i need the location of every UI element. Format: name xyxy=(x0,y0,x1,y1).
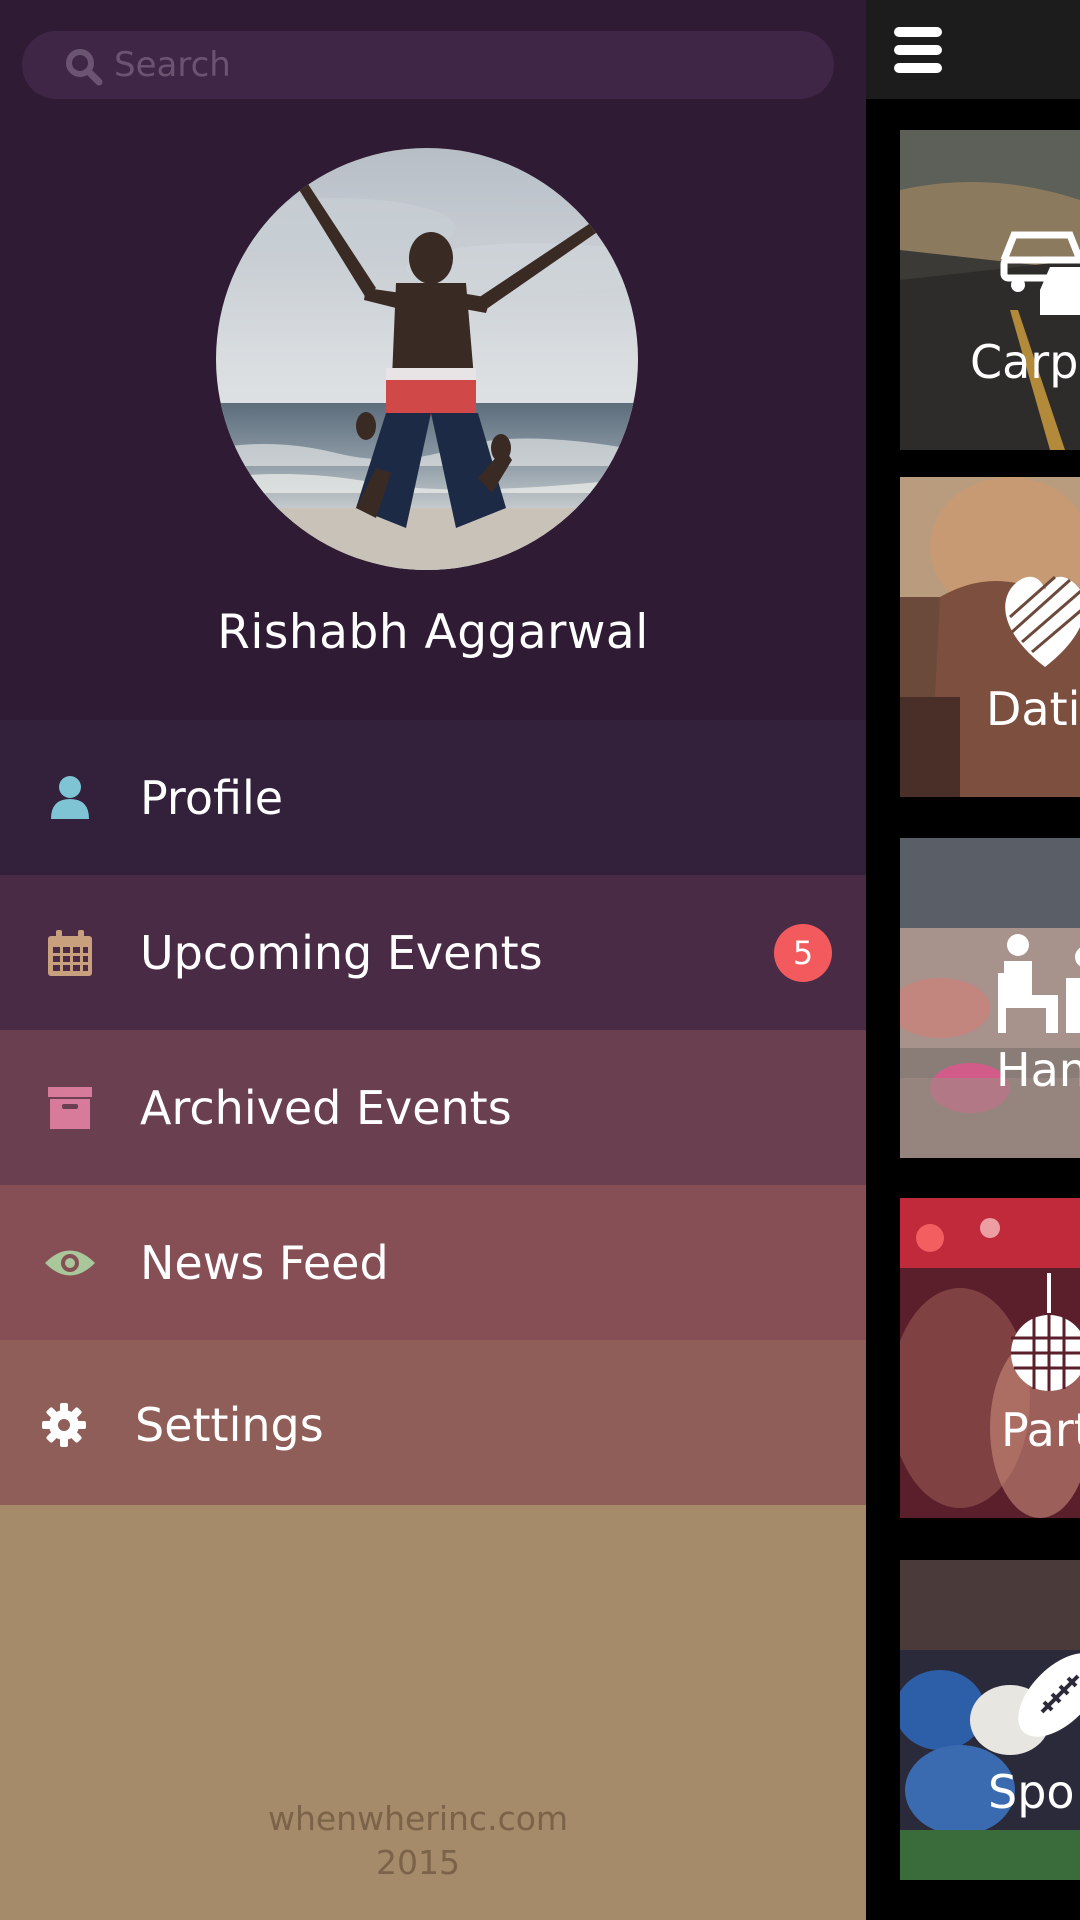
category-card-sports[interactable]: Spo xyxy=(900,1560,1080,1880)
category-label: Spo xyxy=(988,1765,1075,1819)
main-content: Carpo Datir xyxy=(866,0,1080,1920)
notification-badge: 5 xyxy=(774,923,832,982)
category-label: Hang xyxy=(996,1043,1080,1097)
app-screen: Rishabh Aggarwal Profile xyxy=(0,0,1080,1920)
menu-item-label: Settings xyxy=(135,1398,324,1452)
category-label: Part xyxy=(1001,1403,1080,1457)
search-input[interactable] xyxy=(114,31,804,99)
category-label: Datir xyxy=(986,682,1080,736)
navigation-drawer: Rishabh Aggarwal Profile xyxy=(0,0,866,1920)
menu-item-upcoming-events[interactable]: Upcoming Events 5 xyxy=(0,875,866,1030)
cars-icon xyxy=(1000,231,1080,315)
people-sitting-icon xyxy=(998,934,1080,1033)
category-card-hangout[interactable]: Hang xyxy=(900,838,1080,1158)
user-name: Rishabh Aggarwal xyxy=(217,605,649,660)
menu-item-news-feed[interactable]: News Feed xyxy=(0,1185,866,1340)
category-card-dating[interactable]: Datir xyxy=(900,477,1080,797)
search-icon xyxy=(66,49,103,86)
menu-item-label: Upcoming Events xyxy=(140,925,543,980)
menu-item-settings[interactable]: Settings xyxy=(0,1340,866,1510)
drawer-menu: Profile Upcoming Events 5 Archived Event… xyxy=(0,720,866,1510)
menu-item-archived-events[interactable]: Archived Events xyxy=(0,1030,866,1185)
menu-item-label: Archived Events xyxy=(140,1080,512,1135)
football-icon xyxy=(1018,1653,1080,1737)
menu-item-profile[interactable]: Profile xyxy=(0,720,866,875)
footer-site: whenwherinc.com xyxy=(267,1799,569,1838)
search-bar[interactable] xyxy=(22,31,834,99)
hamburger-menu-icon[interactable] xyxy=(894,27,942,73)
menu-item-label: Profile xyxy=(140,770,284,825)
heart-icon xyxy=(1005,575,1080,667)
footer-year: 2015 xyxy=(376,1843,460,1882)
gear-icon xyxy=(34,1395,94,1455)
archive-box-icon xyxy=(40,1078,100,1138)
category-card-carpool[interactable]: Carpo xyxy=(900,130,1080,450)
avatar[interactable] xyxy=(216,148,638,570)
category-card-party[interactable]: Part xyxy=(900,1198,1080,1518)
disco-ball-icon xyxy=(1011,1273,1080,1391)
footer: whenwherinc.com 2015 xyxy=(0,1797,836,1885)
category-label: Carpo xyxy=(970,335,1080,389)
eye-icon xyxy=(40,1233,100,1293)
menu-item-label: News Feed xyxy=(140,1235,389,1290)
user-icon xyxy=(40,768,100,828)
top-bar xyxy=(866,0,1080,99)
calendar-icon xyxy=(40,923,100,983)
